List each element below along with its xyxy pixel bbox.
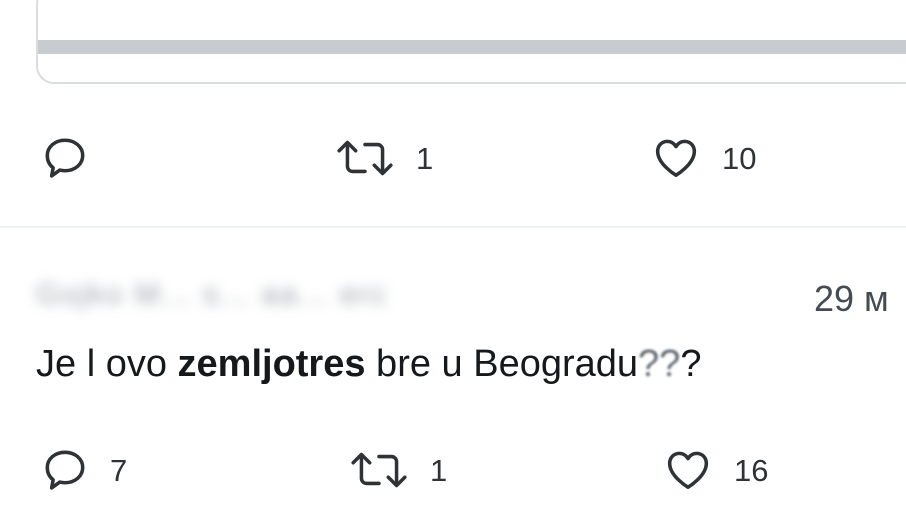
retweet-button[interactable]: 1: [334, 128, 433, 188]
retweet-count: 1: [416, 140, 434, 176]
tweet-text-end: ?: [680, 343, 702, 385]
like-button[interactable]: 16: [662, 440, 768, 500]
tweet-timestamp[interactable]: 29 м: [814, 278, 889, 320]
retweet-icon: [348, 445, 410, 495]
like-button[interactable]: 10: [650, 128, 756, 188]
reply-count: 7: [110, 452, 128, 488]
tweet-text-pre: Je l ovo: [36, 343, 178, 385]
tweet-text-highlight: zemljotres: [177, 343, 366, 385]
retweet-count: 1: [430, 452, 448, 488]
heart-icon: [662, 445, 714, 495]
reply-bubble-icon: [40, 133, 90, 183]
tweet-divider: [0, 226, 906, 228]
embedded-media-card[interactable]: [36, 0, 906, 84]
reply-button[interactable]: 7: [40, 440, 127, 500]
tweet-actions-first: 1 10: [0, 128, 906, 188]
reply-bubble-icon: [40, 445, 90, 495]
like-count: 16: [734, 452, 769, 488]
author-name-blurred[interactable]: Gojko M... s... aa... erc: [36, 278, 726, 314]
reply-button[interactable]: [40, 128, 110, 188]
tweet-text-faded: ??: [638, 343, 681, 385]
retweet-icon: [334, 133, 396, 183]
media-card-strip: [38, 40, 906, 54]
tweet-text-mid: bre u Beogradu: [365, 343, 639, 385]
tweet-text: Je l ovo zemljotres bre u Beogradu???: [36, 343, 702, 386]
tweet-header: Gojko M... s... aa... erc 29 м: [36, 272, 906, 322]
tweet-actions-second: 7 1 16: [0, 440, 906, 500]
retweet-button[interactable]: 1: [348, 440, 447, 500]
heart-icon: [650, 133, 702, 183]
like-count: 10: [722, 140, 757, 176]
